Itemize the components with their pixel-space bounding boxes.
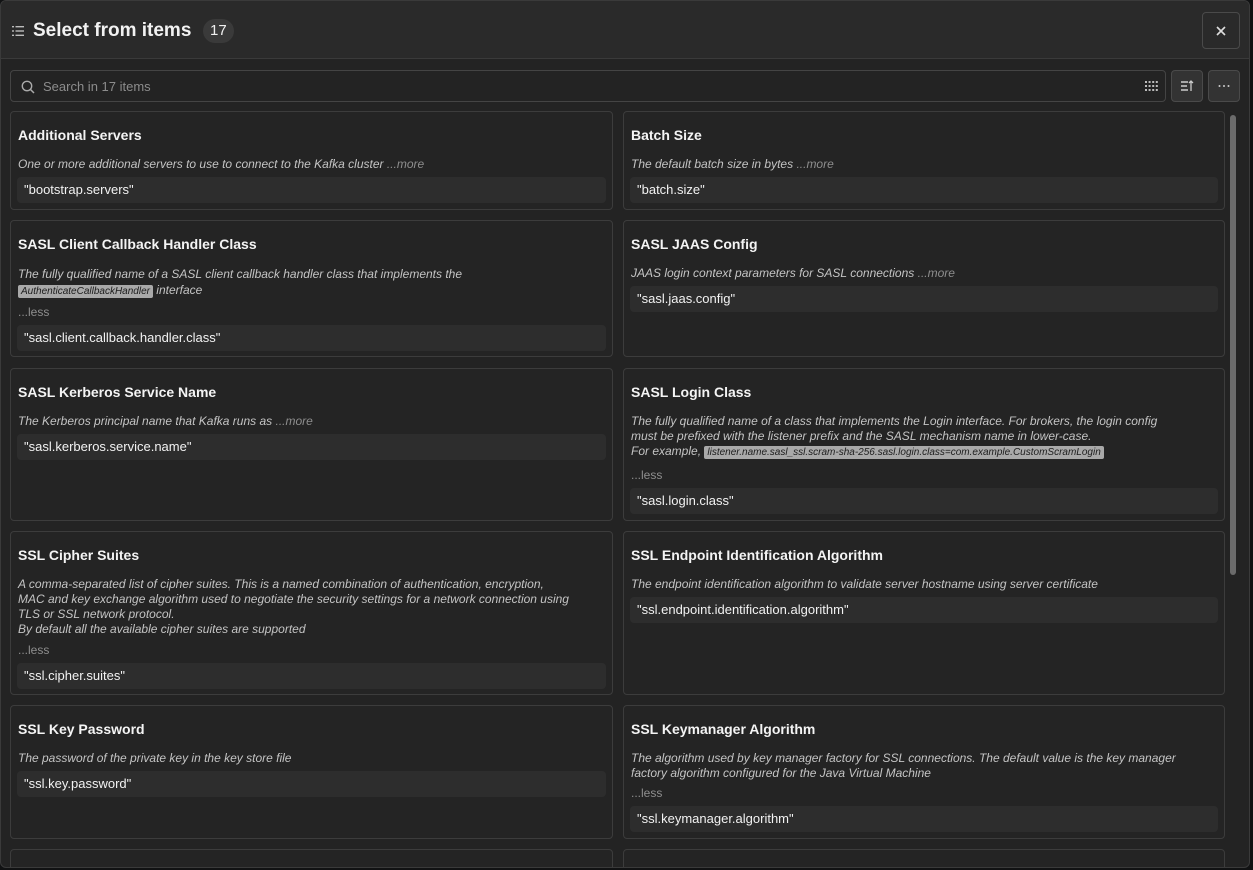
item-value: "sasl.login.class" <box>630 488 1218 514</box>
item-title: Batch Size <box>631 127 702 143</box>
close-icon <box>1216 25 1226 36</box>
item-description: The default batch size in bytes ...more <box>631 157 834 171</box>
item-value: "sasl.kerberos.service.name" <box>17 434 606 460</box>
more-link[interactable]: ...more <box>796 157 833 171</box>
item-title: SASL Login Class <box>631 384 752 400</box>
inline-code: AuthenticateCallbackHandler <box>18 285 153 298</box>
item-card[interactable]: SSL Keymanager Algorithm The algorithm u… <box>623 705 1225 839</box>
item-title: SASL Kerberos Service Name <box>18 384 217 400</box>
item-card[interactable]: SASL JAAS Config JAAS login context para… <box>623 220 1225 357</box>
item-description: The algorithm used by key manager factor… <box>631 751 1176 780</box>
item-card[interactable]: SSL Cipher Suites A comma-separated list… <box>10 531 613 695</box>
item-description: The Kerberos principal name that Kafka r… <box>18 414 313 428</box>
search-icon <box>21 80 35 94</box>
item-description: The fully qualified name of a SASL clien… <box>18 267 463 298</box>
item-value: "ssl.cipher.suites" <box>17 663 606 689</box>
item-card[interactable]: Batch Size The default batch size in byt… <box>623 111 1225 210</box>
item-card[interactable]: Additional Servers One or more additiona… <box>10 111 613 210</box>
item-title: SSL Endpoint Identification Algorithm <box>631 547 883 563</box>
grid-view-icon[interactable] <box>1145 81 1158 91</box>
item-value: "sasl.jaas.config" <box>630 286 1218 312</box>
inline-code: listener.name.sasl_ssl.scram-sha-256.sas… <box>704 446 1104 459</box>
item-card[interactable]: SSL Endpoint Identification Algorithm Th… <box>623 531 1225 695</box>
item-description: JAAS login context parameters for SASL c… <box>631 266 955 280</box>
more-link[interactable]: ...more <box>918 266 955 280</box>
item-card[interactable]: SASL Login Class The fully qualified nam… <box>623 368 1225 521</box>
item-card[interactable] <box>623 849 1225 867</box>
less-link[interactable]: ...less <box>631 786 662 800</box>
less-link[interactable]: ...less <box>631 468 662 482</box>
item-description: One or more additional servers to use to… <box>18 157 425 171</box>
list-icon <box>12 26 24 36</box>
search-box <box>10 70 1166 102</box>
sort-button[interactable] <box>1171 70 1203 102</box>
dialog-header: Select from items 17 <box>1 1 1249 59</box>
select-items-dialog: Select from items 17 Search in 17 items … <box>0 0 1250 868</box>
item-value: "ssl.keymanager.algorithm" <box>630 806 1218 832</box>
item-card[interactable]: SASL Kerberos Service Name The Kerberos … <box>10 368 613 521</box>
item-card[interactable]: SSL Key Password The password of the pri… <box>10 705 613 839</box>
dialog-title: Select from items <box>33 20 192 41</box>
item-value: "sasl.client.callback.handler.class" <box>17 325 606 351</box>
item-description: The endpoint identification algorithm to… <box>631 577 1098 591</box>
item-card[interactable]: SASL Client Callback Handler Class The f… <box>10 220 613 357</box>
more-link[interactable]: ...more <box>387 157 424 171</box>
search-input[interactable] <box>43 72 1133 100</box>
item-title: SSL Cipher Suites <box>18 547 140 563</box>
item-card[interactable] <box>10 849 613 867</box>
item-title: SSL Key Password <box>18 721 145 737</box>
item-value: "batch.size" <box>630 177 1218 203</box>
item-description: The fully qualified name of a class that… <box>631 414 1158 459</box>
sort-icon <box>1181 80 1194 91</box>
less-link[interactable]: ...less <box>18 643 49 657</box>
item-title: Additional Servers <box>18 127 142 143</box>
item-description: The password of the private key in the k… <box>18 751 292 765</box>
item-description: A comma-separated list of cipher suites.… <box>18 577 569 636</box>
item-title: SASL JAAS Config <box>631 236 758 252</box>
more-options-button[interactable] <box>1208 70 1240 102</box>
item-title: SSL Keymanager Algorithm <box>631 721 816 737</box>
item-value: "ssl.key.password" <box>17 771 606 797</box>
item-title: SASL Client Callback Handler Class <box>18 236 257 252</box>
item-value: "bootstrap.servers" <box>17 177 606 203</box>
more-link[interactable]: ...more <box>275 414 312 428</box>
item-value: "ssl.endpoint.identification.algorithm" <box>630 597 1218 623</box>
item-count-badge: 17 <box>203 19 234 43</box>
scrollbar-thumb[interactable] <box>1230 115 1236 575</box>
more-horizontal-icon <box>1218 85 1230 87</box>
close-button[interactable] <box>1202 12 1240 49</box>
less-link[interactable]: ...less <box>18 305 49 319</box>
